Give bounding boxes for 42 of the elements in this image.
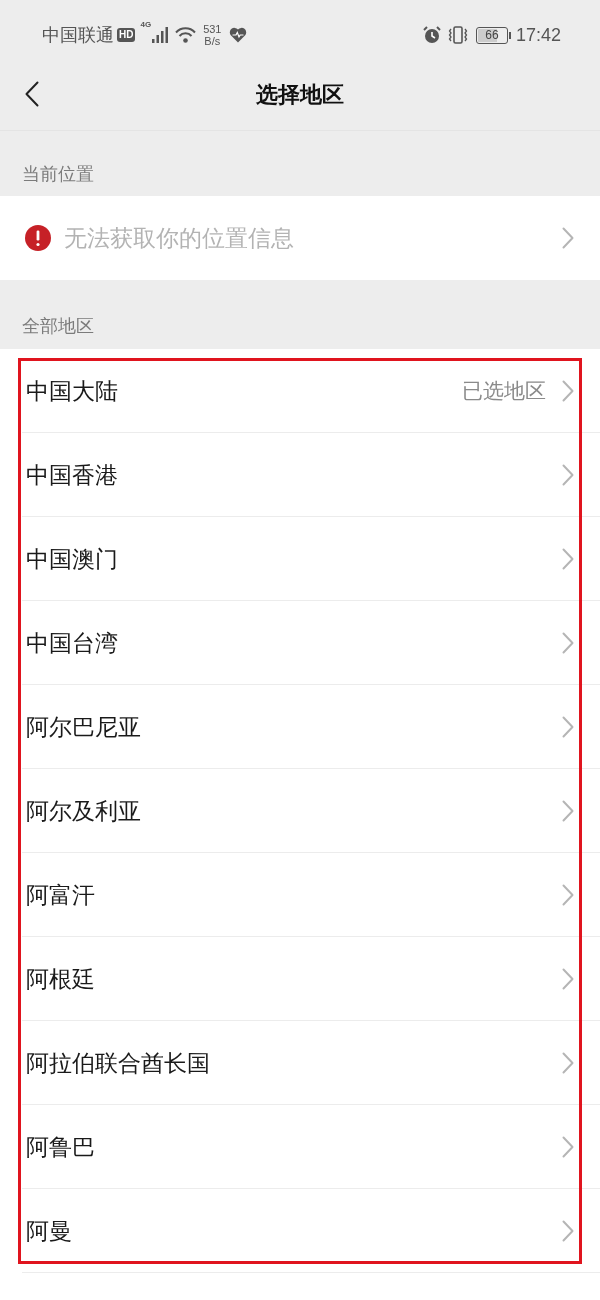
region-name: 阿拉伯联合酋长国 [26, 1048, 211, 1078]
region-name: 中国香港 [26, 460, 119, 490]
chevron-right-icon [562, 883, 574, 906]
chevron-right-icon [562, 799, 574, 822]
chevron-right-icon [562, 967, 574, 990]
selected-region-label: 已选地区 [462, 377, 546, 404]
chevron-right-icon [562, 547, 574, 570]
region-name: 中国大陆 [26, 376, 119, 406]
chevron-right-icon [562, 227, 574, 249]
region-name: 中国台湾 [26, 628, 119, 658]
chevron-right-icon [562, 463, 574, 486]
location-message: 无法获取你的位置信息 [64, 224, 295, 253]
region-name: 阿尔巴尼亚 [26, 712, 142, 742]
clock-time: 17:42 [515, 24, 561, 46]
section-header: 当前位置 [22, 163, 94, 186]
signal-icon [152, 27, 170, 43]
back-icon [25, 81, 39, 107]
chevron-right-icon [562, 631, 574, 654]
region-name: 阿根廷 [26, 964, 96, 994]
region-name: 阿鲁巴 [26, 1132, 96, 1162]
region-name: 阿尔及利亚 [26, 796, 142, 826]
network-speed-unit: B/s [204, 35, 221, 47]
region-name: 阿曼 [26, 1216, 73, 1246]
chevron-right-icon [562, 715, 574, 738]
chevron-right-icon [562, 1135, 574, 1158]
network-speed-value: 531 [203, 23, 222, 35]
chevron-right-icon [562, 1219, 574, 1242]
hd-badge: HD [117, 28, 136, 42]
region-name: 中国澳门 [26, 544, 119, 574]
battery-indicator: 66 [475, 26, 511, 44]
chevron-right-icon [562, 1051, 574, 1074]
alarm-icon [422, 26, 441, 44]
network-type: 4G [140, 20, 152, 30]
alert-icon [25, 225, 51, 251]
page-title: 选择地区 [256, 82, 344, 108]
section-header: 全部地区 [22, 315, 94, 338]
chevron-right-icon [562, 379, 574, 402]
wifi-icon [175, 27, 197, 43]
carrier-name: 中国联通 [42, 24, 114, 46]
region-name: 阿富汗 [26, 880, 96, 910]
vibrate-icon [447, 26, 468, 44]
heart-icon [229, 27, 248, 43]
